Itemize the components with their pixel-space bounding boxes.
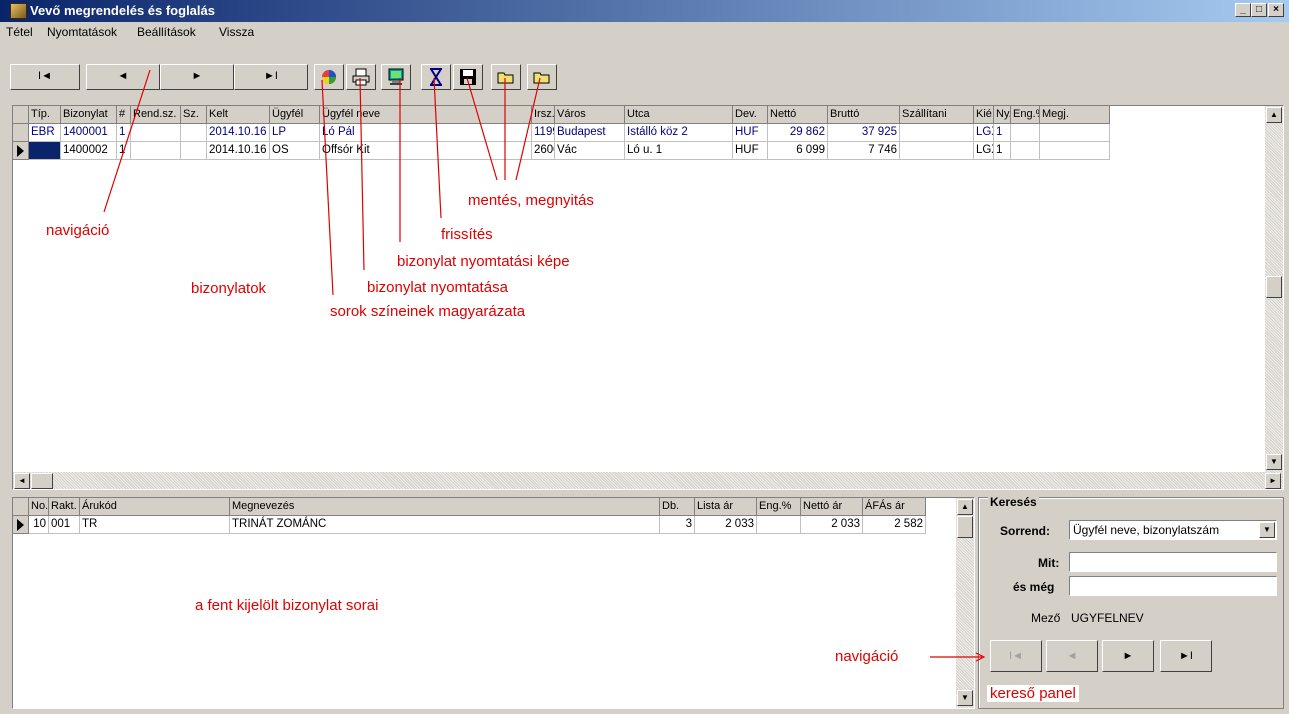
annotation-kereso: kereső panel (987, 685, 1079, 702)
annotation-frissites: frissítés (441, 226, 493, 243)
annotation-navigacio: navigáció (46, 222, 110, 239)
annotation-navigacio-2: navigáció (835, 648, 899, 665)
annotation-bizonylatok: bizonylatok (191, 280, 267, 297)
annotation-nyomtatasa: bizonylat nyomtatása (367, 279, 508, 296)
annotation-sorok: sorok színeinek magyarázata (330, 303, 526, 320)
annotation-sorai: a fent kijelölt bizonylat sorai (195, 597, 379, 614)
annotation-mentes: mentés, megnyitás (468, 192, 594, 209)
annotation-lines (103, 69, 986, 662)
annotation-nyomtatasi-kepe: bizonylat nyomtatási képe (397, 253, 570, 270)
